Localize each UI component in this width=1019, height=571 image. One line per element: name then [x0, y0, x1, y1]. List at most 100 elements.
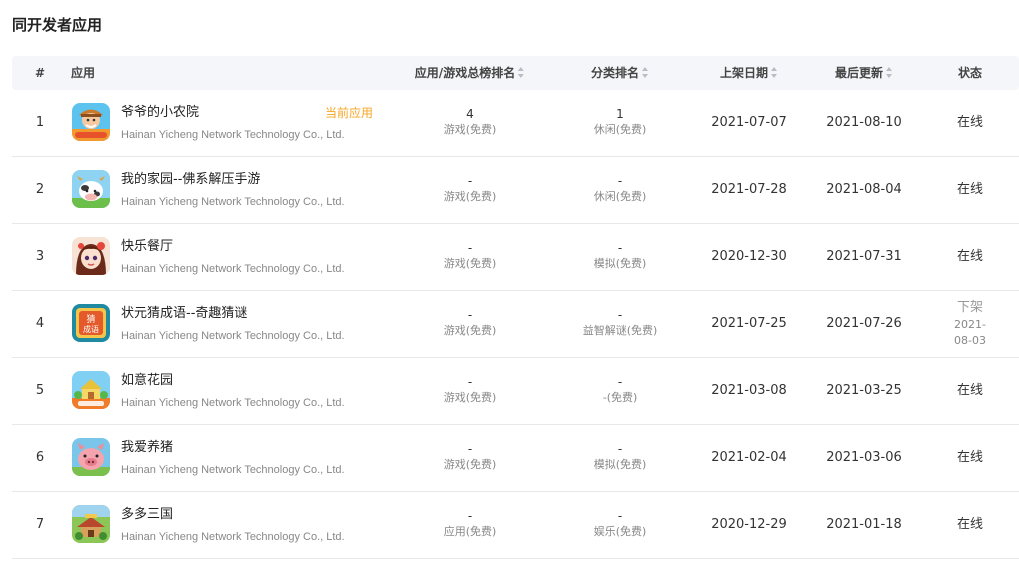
category-rank-category: 娱乐(免费)	[593, 525, 647, 538]
category-rank-value: 1	[616, 107, 624, 121]
total-rank-cell: - 应用(免费)	[444, 508, 497, 540]
last-update-date: 2021-08-10	[826, 115, 902, 130]
total-rank-value: -	[467, 174, 473, 188]
status-text: 在线	[956, 517, 984, 532]
current-app-tag: 当前应用	[325, 106, 374, 120]
total-rank-category: 游戏(免费)	[443, 257, 497, 270]
category-rank-category: 模拟(免费)	[593, 257, 647, 270]
row-index: 4	[35, 316, 45, 331]
pig-app-icon[interactable]	[72, 438, 110, 476]
farm-grandpa-app-icon[interactable]	[72, 103, 110, 141]
table-row[interactable]: 5 如意花园 Hainan Yicheng Network Technology…	[12, 358, 1019, 425]
total-rank-category: 游戏(免费)	[443, 458, 497, 471]
category-rank-cell: - 模拟(免费)	[594, 240, 647, 272]
category-rank-value: -	[617, 509, 623, 523]
app-developer[interactable]: Hainan Yicheng Network Technology Co., L…	[121, 128, 345, 142]
app-name[interactable]: 快乐餐厅	[121, 238, 173, 256]
status-cell: 在线	[957, 90, 983, 156]
category-rank-cell: - 益智解谜(免费)	[583, 307, 658, 339]
category-rank-category: 休闲(免费)	[593, 123, 647, 136]
status-cell: 下架 2021-08-03	[946, 291, 995, 357]
restaurant-girl-app-icon[interactable]	[72, 237, 110, 275]
header-last-update-label: 最后更新	[834, 66, 884, 80]
apps-table: # 应用 应用/游戏总榜排名 分类排名 上架日期 最后更新 状态 1 爷爷的小农…	[12, 56, 1019, 559]
total-rank-cell: - 游戏(免费)	[444, 307, 497, 339]
last-update-date: 2021-01-18	[826, 517, 902, 532]
app-developer[interactable]: Hainan Yicheng Network Technology Co., L…	[121, 262, 345, 276]
status-text: 在线	[956, 182, 984, 197]
table-header: # 应用 应用/游戏总榜排名 分类排名 上架日期 最后更新 状态	[12, 56, 1019, 90]
total-rank-category: 游戏(免费)	[443, 324, 497, 337]
category-rank-cell: - -(免费)	[603, 374, 638, 406]
app-name[interactable]: 我爱养猪	[121, 439, 173, 457]
row-index: 7	[35, 517, 45, 532]
total-rank-value: -	[467, 241, 473, 255]
header-index: #	[34, 66, 46, 80]
three-kingdoms-app-icon[interactable]	[72, 505, 110, 543]
sort-icon[interactable]	[518, 67, 525, 78]
category-rank-cell: - 娱乐(免费)	[594, 508, 647, 540]
app-name[interactable]: 我的家园--佛系解压手游	[121, 171, 260, 189]
table-row[interactable]: 3 快乐餐厅 Hainan Yicheng Network Technology…	[12, 224, 1019, 291]
app-developer[interactable]: Hainan Yicheng Network Technology Co., L…	[121, 463, 345, 477]
table-row[interactable]: 4 猜成语 状元猜成语--奇趣猜谜 Hainan Yicheng Network…	[12, 291, 1019, 358]
cow-farm-app-icon[interactable]	[72, 170, 110, 208]
header-release-date[interactable]: 上架日期	[720, 56, 778, 90]
app-developer[interactable]: Hainan Yicheng Network Technology Co., L…	[121, 195, 345, 209]
total-rank-category: 游戏(免费)	[443, 391, 497, 404]
last-update-date: 2021-07-31	[826, 249, 902, 264]
category-rank-category: 休闲(免费)	[593, 190, 647, 203]
row-index: 3	[35, 249, 45, 264]
status-cell: 在线	[957, 157, 983, 223]
app-name[interactable]: 多多三国	[121, 506, 173, 524]
garden-house-app-icon[interactable]	[72, 371, 110, 409]
idiom-puzzle-app-icon[interactable]: 猜成语	[72, 304, 110, 342]
header-category-rank-label: 分类排名	[590, 66, 640, 80]
total-rank-category: 游戏(免费)	[443, 190, 497, 203]
total-rank-cell: - 游戏(免费)	[444, 240, 497, 272]
total-rank-cell: - 游戏(免费)	[444, 173, 497, 205]
release-date: 2021-07-07	[711, 115, 787, 130]
row-index: 1	[35, 115, 45, 130]
status-text: 在线	[956, 115, 984, 130]
table-body: 1 爷爷的小农院 Hainan Yicheng Network Technolo…	[12, 90, 1019, 559]
row-index: 5	[35, 383, 45, 398]
release-date: 2021-03-08	[711, 383, 787, 398]
app-name[interactable]: 状元猜成语--奇趣猜谜	[121, 305, 247, 323]
same-developer-apps-page: 同开发者应用 # 应用 应用/游戏总榜排名 分类排名 上架日期 最后更新 状态 …	[0, 0, 1019, 571]
table-row[interactable]: 7 多多三国 Hainan Yicheng Network Technology…	[12, 492, 1019, 559]
category-rank-cell: - 模拟(免费)	[594, 441, 647, 473]
app-developer[interactable]: Hainan Yicheng Network Technology Co., L…	[121, 530, 345, 544]
total-rank-value: -	[467, 509, 473, 523]
status-text: 在线	[956, 249, 984, 264]
status-text: 在线	[956, 383, 984, 398]
sort-icon[interactable]	[642, 67, 649, 78]
table-row[interactable]: 1 爷爷的小农院 Hainan Yicheng Network Technolo…	[12, 90, 1019, 157]
table-row[interactable]: 6 我爱养猪 Hainan Yicheng Network Technology…	[12, 425, 1019, 492]
table-row[interactable]: 2 我的家园--佛系解压手游 Hainan Yicheng Network Te…	[12, 157, 1019, 224]
header-last-update[interactable]: 最后更新	[835, 56, 893, 90]
category-rank-value: -	[617, 308, 623, 322]
release-date: 2020-12-29	[711, 517, 787, 532]
sort-icon[interactable]	[771, 67, 778, 78]
header-category-rank[interactable]: 分类排名	[591, 56, 649, 90]
sort-icon[interactable]	[886, 67, 893, 78]
svg-text:成语: 成语	[83, 324, 99, 334]
app-developer[interactable]: Hainan Yicheng Network Technology Co., L…	[121, 396, 345, 410]
last-update-date: 2021-07-26	[826, 316, 902, 331]
app-name[interactable]: 爷爷的小农院	[121, 104, 199, 122]
total-rank-cell: 4 游戏(免费)	[444, 106, 497, 138]
total-rank-value: -	[467, 442, 473, 456]
header-total-rank[interactable]: 应用/游戏总榜排名	[415, 56, 525, 90]
app-name[interactable]: 如意花园	[121, 372, 173, 390]
release-date: 2021-07-28	[711, 182, 787, 197]
category-rank-value: -	[617, 241, 623, 255]
status-cell: 在线	[957, 492, 983, 558]
category-rank-category: 益智解谜(免费)	[582, 324, 658, 337]
header-app: 应用	[71, 66, 96, 80]
app-developer[interactable]: Hainan Yicheng Network Technology Co., L…	[121, 329, 345, 343]
category-rank-value: -	[617, 375, 623, 389]
section-title: 同开发者应用	[12, 16, 103, 34]
status-cell: 在线	[957, 358, 983, 424]
release-date: 2020-12-30	[711, 249, 787, 264]
